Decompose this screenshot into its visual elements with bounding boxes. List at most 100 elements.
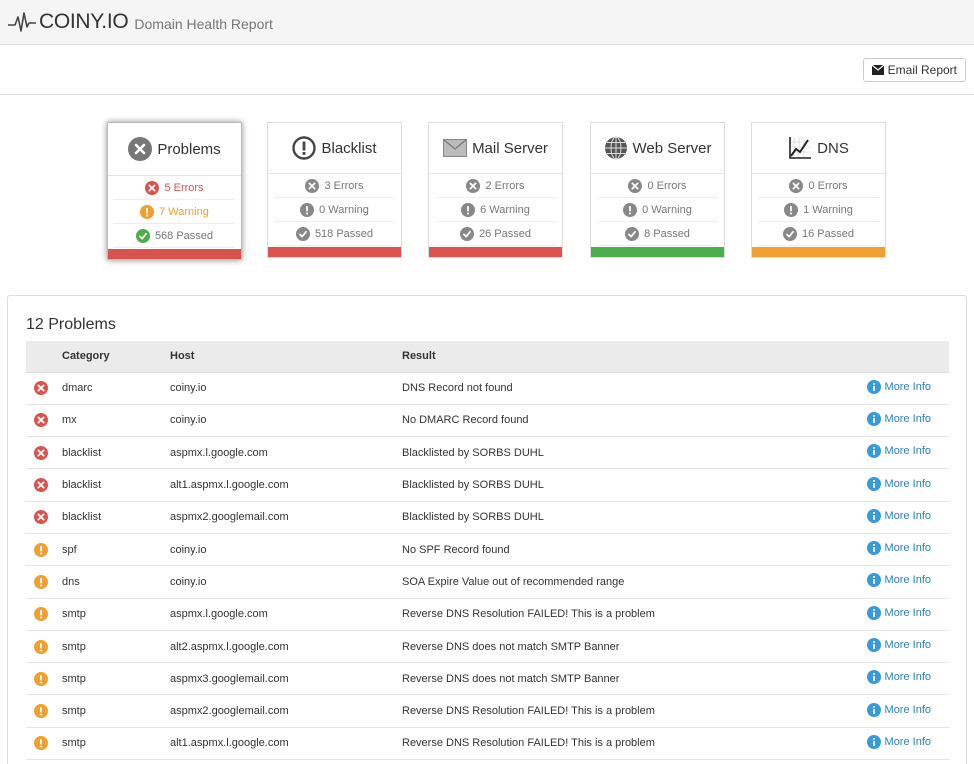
- card-status-bar: [108, 249, 241, 259]
- more-info-link[interactable]: More Info: [866, 411, 931, 426]
- brand-name: COINY.IO: [39, 10, 129, 33]
- globe-icon: [604, 136, 628, 160]
- card-header: Web Server: [591, 123, 724, 174]
- more-info-link[interactable]: More Info: [866, 476, 931, 491]
- row-category: dns: [62, 565, 170, 599]
- row-result: Blacklisted by SORBS DUHL: [402, 501, 862, 534]
- card-passed: 568 Passed: [114, 224, 235, 248]
- card-header: DNS: [752, 123, 885, 174]
- card-blacklist[interactable]: Blacklist 3 Errors 0 Warning 518 Passed: [267, 122, 402, 258]
- x-circle-icon: [305, 178, 320, 193]
- card-errors-text: 3 Errors: [324, 179, 364, 192]
- more-info-label: More Info: [884, 509, 931, 522]
- error-icon: [34, 413, 48, 428]
- card-title: DNS: [817, 139, 849, 157]
- check-circle-icon: [783, 226, 797, 241]
- warning-icon: [34, 704, 48, 719]
- more-info-label: More Info: [884, 606, 931, 619]
- row-category: smtp: [62, 694, 170, 728]
- card-passed: 8 Passed: [597, 222, 718, 246]
- exclamation-circle-icon: [461, 202, 476, 217]
- check-circle-icon: [135, 228, 150, 243]
- header-host: Host: [170, 341, 402, 373]
- card-warnings: 7 Warning: [114, 200, 235, 224]
- table-row: spf coiny.io No SPF Record found More Info: [26, 533, 949, 567]
- warning-icon: [34, 639, 48, 654]
- row-category: smtp: [62, 598, 170, 631]
- table-row: dns coiny.io SOA Expire Value out of recom…: [26, 565, 949, 599]
- row-host: coiny.io: [170, 565, 402, 599]
- more-info-link[interactable]: More Info: [866, 379, 931, 394]
- row-category: smtp: [62, 727, 170, 761]
- more-info-label: More Info: [884, 477, 931, 490]
- more-info-link[interactable]: More Info: [866, 444, 931, 459]
- row-category: smtp: [62, 662, 170, 696]
- card-status-bar: [429, 247, 562, 257]
- more-info-link[interactable]: More Info: [866, 638, 931, 653]
- table-row: mx coiny.io No DMARC Record found More Info: [26, 404, 949, 438]
- row-host: aspmx2.googlemail.com: [170, 501, 402, 534]
- card-passed-text: 518 Passed: [314, 227, 374, 240]
- card-errors-text: 0 Errors: [647, 179, 687, 192]
- more-info-link[interactable]: More Info: [866, 670, 931, 685]
- info-icon: [866, 702, 881, 717]
- row-result: DNS Record not found: [402, 372, 862, 405]
- table-row: dmarc coiny.io DNS Record not found More In…: [26, 372, 949, 405]
- card-mail-server[interactable]: Mail Server 2 Errors 6 Warning 26 Passed: [428, 122, 563, 258]
- table-header-row: Category Host Result: [26, 341, 949, 373]
- info-icon: [866, 638, 881, 653]
- card-warnings: 6 Warning: [435, 198, 556, 222]
- card-passed-text: 16 Passed: [802, 227, 854, 240]
- row-result: Reverse DNS Resolution FAILED! This is a…: [402, 727, 862, 761]
- row-host: aspmx2.googlemail.com: [170, 694, 402, 728]
- card-errors-text: 5 Errors: [164, 181, 204, 194]
- row-result: No DMARC Record found: [402, 404, 862, 438]
- error-icon: [34, 445, 48, 460]
- more-info-link[interactable]: More Info: [866, 702, 931, 717]
- info-icon: [866, 541, 881, 556]
- top-bar: COINY.IO Domain Health Report: [0, 0, 974, 45]
- card-problems[interactable]: Problems 5 Errors 7 Warning 568 Passed: [107, 122, 242, 260]
- warning-icon: [34, 542, 48, 557]
- more-info-link[interactable]: More Info: [866, 605, 931, 620]
- x-circle-icon: [789, 178, 804, 193]
- card-title: Blacklist: [321, 139, 377, 157]
- row-host: alt1.aspmx.l.google.com: [170, 727, 402, 761]
- page-subtitle: Domain Health Report: [134, 15, 273, 32]
- warning-icon: [34, 607, 48, 622]
- more-info-link[interactable]: More Info: [866, 541, 931, 556]
- card-web-server[interactable]: Web Server 0 Errors 0 Warning 8 Passed: [590, 122, 725, 258]
- row-result: SOA Expire Value out of recommended rang…: [402, 565, 862, 599]
- card-header: Mail Server: [429, 123, 562, 174]
- row-category: blacklist: [62, 468, 170, 502]
- check-circle-icon: [460, 226, 474, 241]
- more-info-label: More Info: [884, 412, 931, 425]
- row-category: blacklist: [62, 501, 170, 534]
- row-host: aspmx3.googlemail.com: [170, 662, 402, 696]
- pulse-logo-icon: [8, 12, 36, 32]
- header-more: [862, 341, 949, 373]
- info-icon: [866, 734, 881, 749]
- card-title: Web Server: [632, 139, 712, 157]
- x-circle-icon: [128, 137, 153, 161]
- envelope-icon: [871, 65, 884, 75]
- header-category: Category: [62, 341, 170, 373]
- card-dns[interactable]: DNS 0 Errors 1 Warning 16 Passed: [751, 122, 886, 258]
- card-warnings: 0 Warning: [597, 198, 718, 222]
- row-category: spf: [62, 533, 170, 567]
- info-icon: [866, 411, 881, 426]
- more-info-link[interactable]: More Info: [866, 508, 931, 523]
- more-info-link[interactable]: More Info: [866, 734, 931, 749]
- card-warnings-text: 0 Warning: [319, 203, 369, 216]
- table-row: blacklist aspmx2.googlemail.com Blackliste…: [26, 501, 949, 534]
- row-result: Blacklisted by SORBS DUHL: [402, 436, 862, 470]
- info-icon: [866, 476, 881, 491]
- card-title: Mail Server: [472, 139, 548, 157]
- more-info-link[interactable]: More Info: [866, 573, 931, 588]
- table-row: smtp alt1.aspmx.l.google.com Reverse DNS R…: [26, 727, 949, 761]
- error-icon: [34, 478, 48, 493]
- row-category: mx: [62, 404, 170, 438]
- email-report-button[interactable]: Email Report: [862, 58, 966, 82]
- toolbar: Email Report: [0, 45, 974, 95]
- row-host: coiny.io: [170, 404, 402, 438]
